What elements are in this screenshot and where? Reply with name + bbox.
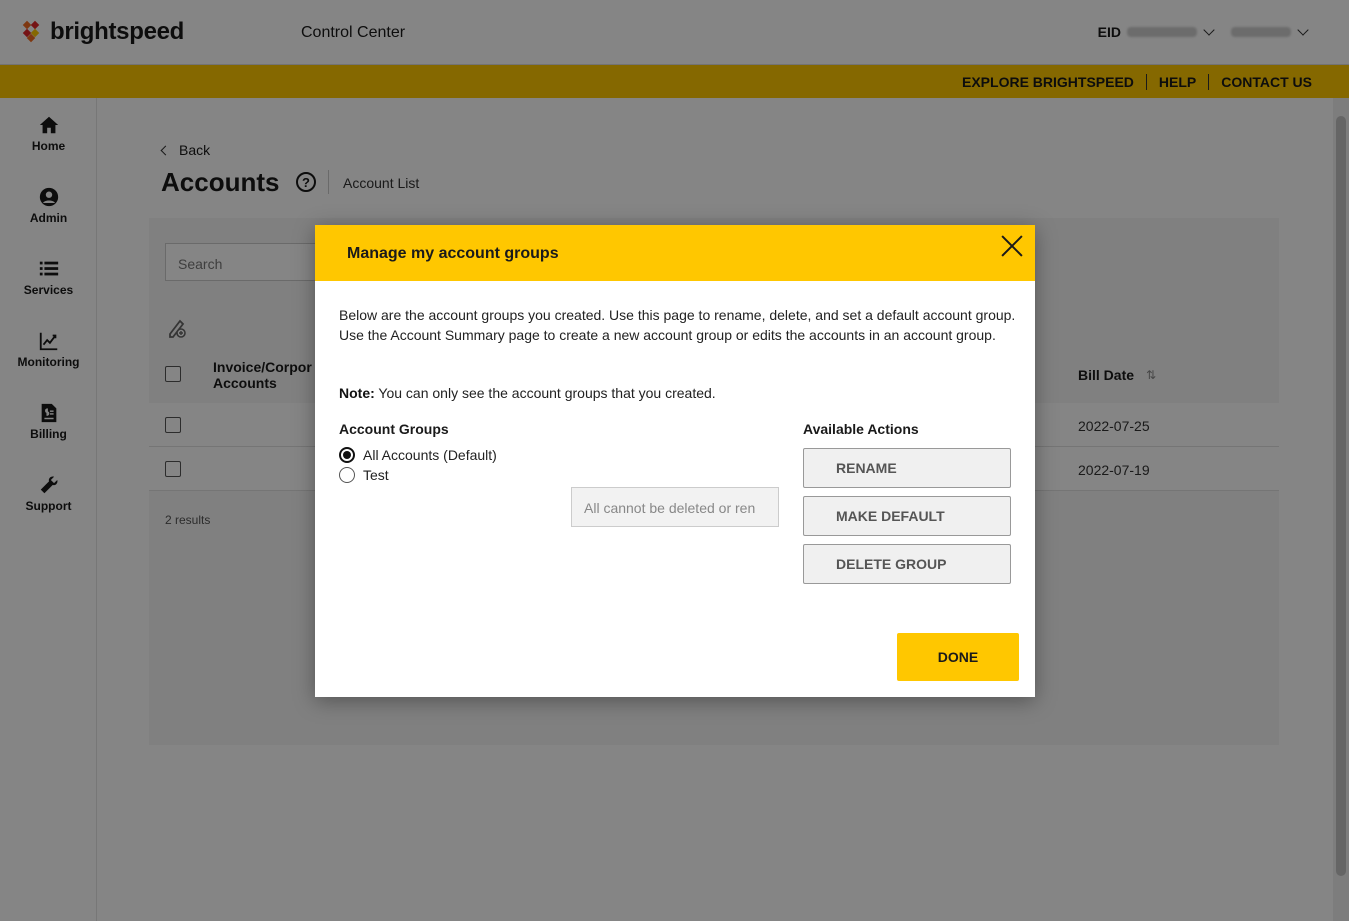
dialog-title: Manage my account groups — [347, 245, 559, 262]
delete-group-button[interactable]: DELETE GROUP — [803, 544, 1011, 584]
note-text: You can only see the account groups that… — [374, 385, 716, 401]
done-button[interactable]: DONE — [897, 633, 1019, 681]
dialog-header: Manage my account groups — [315, 225, 1035, 281]
account-groups-title: Account Groups — [339, 421, 449, 437]
manage-account-groups-dialog: Manage my account groups Below are the a… — [315, 225, 1035, 697]
radio-unselected[interactable] — [339, 467, 355, 483]
group-option-all-accounts[interactable]: All Accounts (Default) — [339, 447, 497, 463]
dialog-description: Below are the account groups you created… — [339, 307, 1016, 343]
make-default-button[interactable]: MAKE DEFAULT — [803, 496, 1011, 536]
group-option-label: All Accounts (Default) — [363, 447, 497, 463]
rename-button[interactable]: RENAME — [803, 448, 1011, 488]
available-actions-title: Available Actions — [803, 421, 919, 437]
close-icon[interactable] — [999, 233, 1025, 259]
dialog-note: Note: You can only see the account group… — [339, 385, 716, 401]
group-option-label: Test — [363, 467, 389, 483]
note-label: Note: — [339, 385, 375, 401]
radio-selected[interactable] — [339, 447, 355, 463]
group-name-input[interactable]: All cannot be deleted or ren — [571, 487, 779, 527]
group-option-test[interactable]: Test — [339, 467, 389, 483]
